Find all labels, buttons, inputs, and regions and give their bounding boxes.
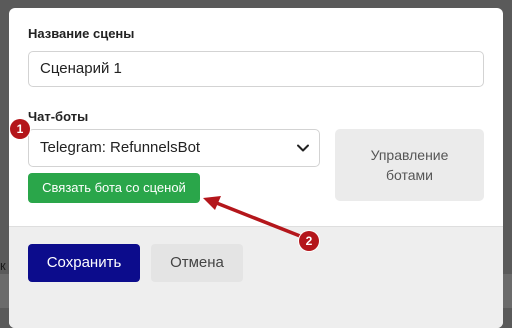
save-button[interactable]: Сохранить [28, 244, 140, 282]
cancel-button[interactable]: Отмена [151, 244, 243, 282]
scene-name-input[interactable]: Сценарий 1 [28, 51, 484, 87]
manage-bots-button[interactable]: Управление ботами [335, 129, 484, 201]
chatbots-label: Чат-боты [28, 109, 89, 124]
background-text-fragment: к [0, 258, 6, 273]
link-bot-to-scene-button[interactable]: Связать бота со сценой [28, 173, 200, 203]
step-2-badge: 2 [299, 231, 319, 251]
step-1-badge: 1 [10, 119, 30, 139]
scene-name-label: Название сцены [28, 26, 135, 41]
manage-bots-label: Управление ботами [370, 147, 449, 183]
scene-settings-dialog: Название сцены Сценарий 1 Чат-боты Teleg… [9, 8, 503, 328]
bot-select-value: Telegram: RefunnelsBot [40, 139, 201, 156]
chevron-down-icon [297, 144, 309, 152]
bot-select[interactable]: Telegram: RefunnelsBot [28, 129, 320, 167]
